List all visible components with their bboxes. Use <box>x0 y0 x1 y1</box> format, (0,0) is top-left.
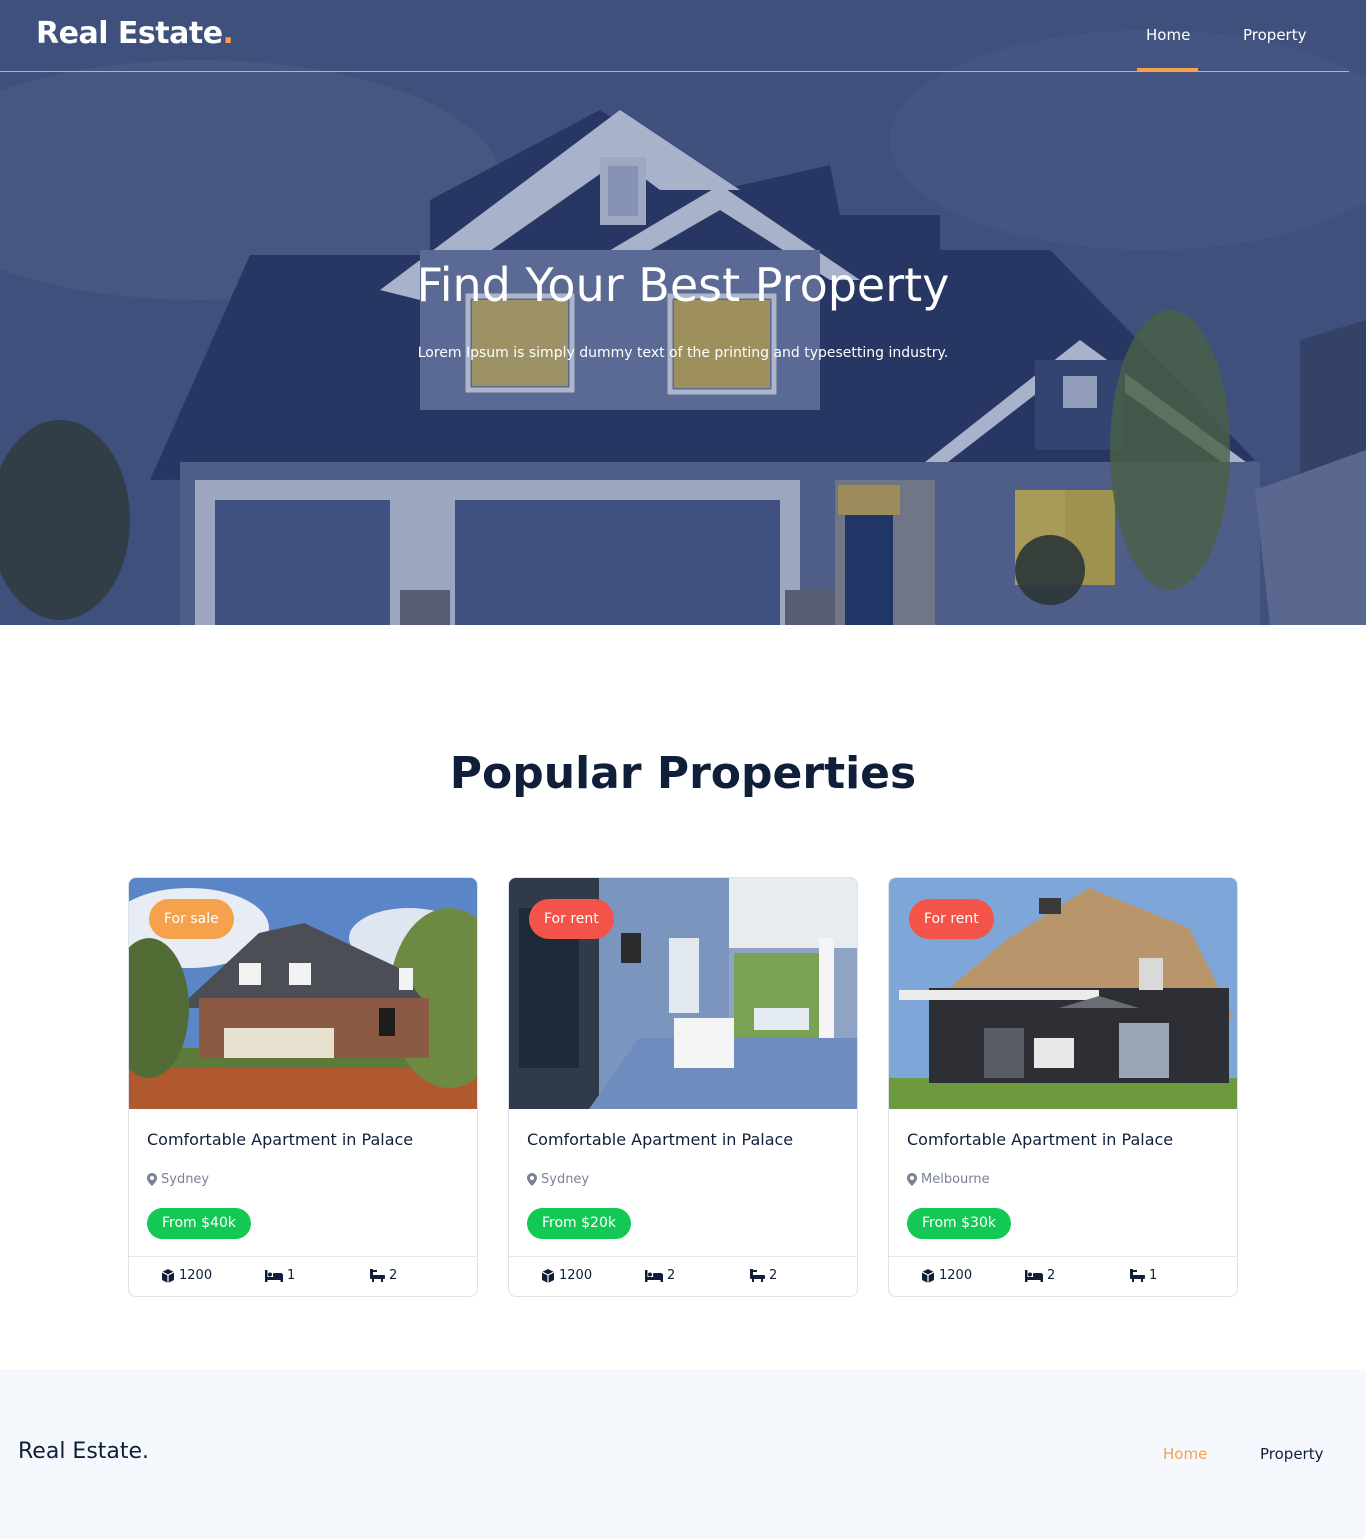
property-title[interactable]: Comfortable Apartment in Palace <box>527 1130 793 1149</box>
beds-stat: 2 <box>645 1268 675 1283</box>
bed-icon <box>265 1269 283 1282</box>
area-value: 1200 <box>559 1268 593 1283</box>
property-location: Melbourne <box>907 1172 990 1187</box>
baths-value: 2 <box>389 1268 398 1283</box>
map-marker-icon <box>907 1173 917 1186</box>
beds-stat: 2 <box>1025 1268 1055 1283</box>
brand-text: Real Estate <box>36 16 223 51</box>
bed-icon <box>645 1269 663 1282</box>
area-stat: 1200 <box>541 1268 592 1283</box>
property-image: For rent <box>889 878 1237 1109</box>
area-stat: 1200 <box>921 1268 972 1283</box>
property-card[interactable]: For sale Comfortable Apartment in Palace… <box>128 877 478 1297</box>
baths-stat: 2 <box>370 1268 397 1283</box>
brand-logo[interactable]: Real Estate. <box>36 16 234 51</box>
bath-icon <box>1130 1269 1145 1282</box>
card-divider <box>509 1256 857 1257</box>
area-value: 1200 <box>179 1268 213 1283</box>
cube-area-icon <box>541 1268 555 1283</box>
baths-stat: 1 <box>1130 1268 1157 1283</box>
property-location: Sydney <box>527 1172 589 1187</box>
map-marker-icon <box>527 1173 537 1186</box>
baths-value: 2 <box>769 1268 778 1283</box>
map-marker-icon <box>147 1173 157 1186</box>
area-stat: 1200 <box>161 1268 212 1283</box>
bath-icon <box>370 1269 385 1282</box>
bath-icon <box>750 1269 765 1282</box>
footer: Real Estate. Home Property <box>0 1369 1366 1539</box>
bed-icon <box>1025 1269 1043 1282</box>
navbar-divider <box>0 71 1349 72</box>
price-badge: From $30k <box>907 1208 1011 1239</box>
location-text: Melbourne <box>921 1172 990 1187</box>
baths-stat: 2 <box>750 1268 777 1283</box>
nav-link-property[interactable]: Property <box>1243 26 1306 44</box>
property-card[interactable]: For rent Comfortable Apartment in Palace… <box>888 877 1238 1297</box>
footer-link-home[interactable]: Home <box>1163 1445 1207 1463</box>
property-title[interactable]: Comfortable Apartment in Palace <box>147 1130 413 1149</box>
property-card[interactable]: For rent Comfortable Apartment in Palace… <box>508 877 858 1297</box>
brand-dot: . <box>222 16 234 51</box>
listing-type-badge: For rent <box>909 899 994 939</box>
property-image: For rent <box>509 878 857 1109</box>
nav-link-home[interactable]: Home <box>1146 26 1190 44</box>
property-title[interactable]: Comfortable Apartment in Palace <box>907 1130 1173 1149</box>
property-location: Sydney <box>147 1172 209 1187</box>
cube-area-icon <box>921 1268 935 1283</box>
beds-stat: 1 <box>265 1268 295 1283</box>
beds-value: 2 <box>667 1268 676 1283</box>
baths-value: 1 <box>1149 1268 1158 1283</box>
price-badge: From $40k <box>147 1208 251 1239</box>
location-text: Sydney <box>541 1172 590 1187</box>
listing-type-badge: For sale <box>149 899 234 939</box>
price-badge: From $20k <box>527 1208 631 1239</box>
beds-value: 2 <box>1047 1268 1056 1283</box>
footer-link-property[interactable]: Property <box>1260 1445 1323 1463</box>
listing-type-badge: For rent <box>529 899 614 939</box>
hero-banner: Real Estate. Home Property Find Your Bes… <box>0 0 1366 625</box>
section-title: Popular Properties <box>449 748 917 799</box>
location-text: Sydney <box>161 1172 210 1187</box>
property-image: For sale <box>129 878 477 1109</box>
footer-brand[interactable]: Real Estate. <box>18 1439 149 1464</box>
beds-value: 1 <box>287 1268 296 1283</box>
area-value: 1200 <box>939 1268 973 1283</box>
card-divider <box>889 1256 1237 1257</box>
card-divider <box>129 1256 477 1257</box>
hero-title: Find Your Best Property <box>416 258 950 312</box>
top-navbar: Real Estate. Home Property <box>0 0 1366 72</box>
hero-subtitle: Lorem Ipsum is simply dummy text of the … <box>417 345 949 361</box>
cube-area-icon <box>161 1268 175 1283</box>
hero-overlay <box>0 0 1366 625</box>
